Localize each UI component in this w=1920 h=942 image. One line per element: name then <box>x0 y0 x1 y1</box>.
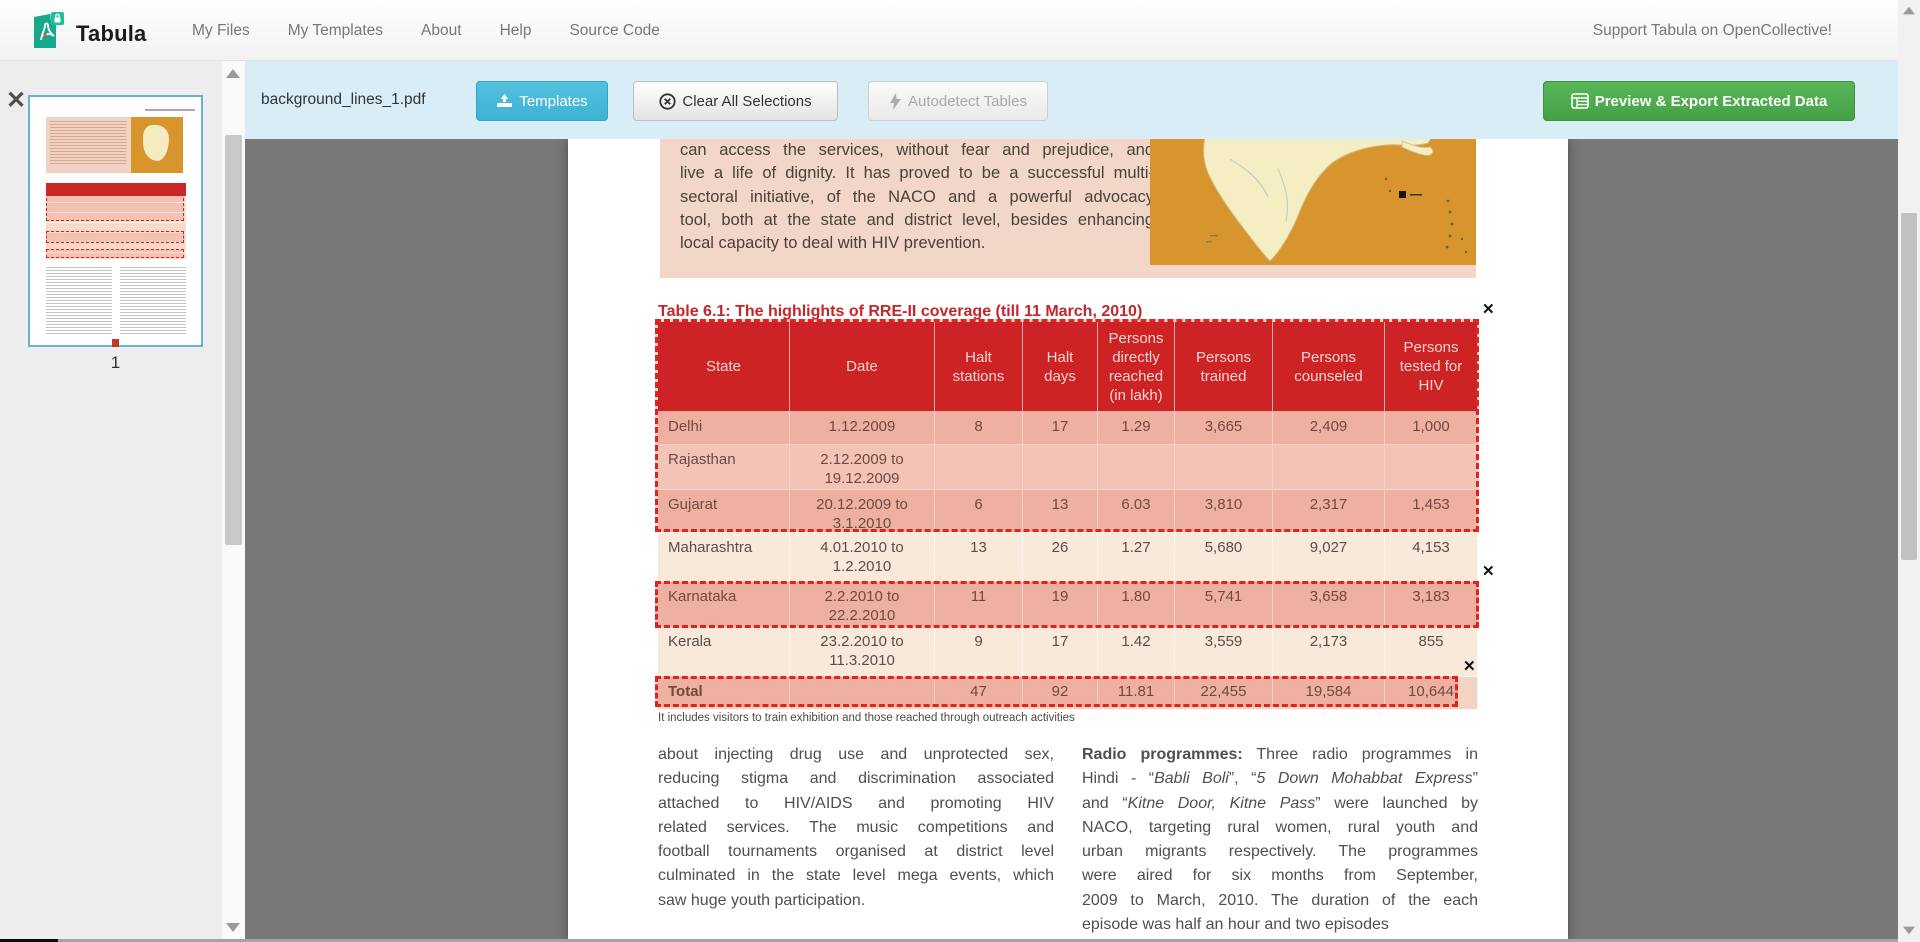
nav-item-about[interactable]: About <box>421 22 462 40</box>
brand-name: Tabula <box>76 21 146 47</box>
paragraph-line: Radio programmes: Three radio programmes… <box>1082 746 1478 770</box>
open-file-name: background_lines_1.pdf <box>261 61 426 139</box>
pdf-viewer-canvas[interactable]: can access the services, without fear an… <box>245 139 1898 942</box>
paragraph-line: Hindi - “Babli Boli”, “5 Down Mohabbat E… <box>1082 770 1478 794</box>
selection-region-1[interactable] <box>655 319 1479 532</box>
paragraph-line: 2009 to March, 2010. The duration of the… <box>1082 892 1478 916</box>
table-cell: 2,173 <box>1273 627 1385 677</box>
remove-selection-1-icon[interactable]: ✕ <box>1482 302 1495 317</box>
clear-circle-x-icon <box>659 93 676 110</box>
templates-button[interactable]: Templates <box>476 81 608 121</box>
paragraph-line: were aired for six months from September… <box>1082 867 1478 891</box>
left-text-column: about injecting drug use and unprotected… <box>658 746 1054 916</box>
scroll-down-arrow-icon[interactable] <box>226 923 240 932</box>
table-cell: 26 <box>1023 533 1098 582</box>
templates-icon <box>496 93 513 109</box>
table-cell: 9,027 <box>1273 533 1385 582</box>
india-map-image <box>1150 139 1476 265</box>
thumb-selection-1 <box>46 183 184 221</box>
intro-line: can access the services, without fear an… <box>680 141 1154 164</box>
selection-region-3[interactable] <box>655 676 1458 707</box>
paragraph-line: about injecting drug use and unprotected… <box>658 746 1054 770</box>
right-text-column: Radio programmes: Three radio programmes… <box>1082 746 1478 940</box>
table-cell: 9 <box>935 627 1023 677</box>
paragraph-line: NACO, targeting rural women, rural youth… <box>1082 819 1478 843</box>
paragraph-line: football tournaments organised at distri… <box>658 843 1054 867</box>
nav-item-my-templates[interactable]: My Templates <box>288 22 383 40</box>
scroll-up-arrow-icon[interactable] <box>1903 7 1915 15</box>
thumb-text-column-right <box>120 267 186 335</box>
nav-item-help[interactable]: Help <box>500 22 532 40</box>
brand[interactable]: Tabula <box>28 10 146 57</box>
paragraph-line: saw huge youth participation. <box>658 892 1054 916</box>
intro-paragraph: can access the services, without fear an… <box>680 141 1154 257</box>
sidebar-scrollbar[interactable] <box>222 61 245 942</box>
intro-line: live a life of dignity. It has proved to… <box>680 164 1154 187</box>
sidebar-scrollbar-thumb[interactable] <box>225 135 242 545</box>
selection-region-2[interactable] <box>655 581 1479 628</box>
top-navbar: Tabula My Files My Templates About Help … <box>0 0 1920 61</box>
page-1-thumbnail[interactable] <box>28 95 203 347</box>
table-cell: 4,153 <box>1385 533 1478 582</box>
scroll-down-arrow-icon[interactable] <box>1903 927 1915 935</box>
table-cell: 1.42 <box>1098 627 1175 677</box>
table-cell: Maharashtra <box>658 533 790 582</box>
thumb-selection-3 <box>46 249 184 258</box>
paragraph-line: related services. The music competitions… <box>658 819 1054 843</box>
thumb-header-line <box>145 109 195 111</box>
scrollbar-thumb[interactable] <box>1901 213 1917 560</box>
table-cell: 3,559 <box>1175 627 1273 677</box>
lightning-bolt-icon <box>889 93 902 110</box>
toolbar: background_lines_1.pdf Templates Clear A… <box>245 61 1898 139</box>
thumb-text-column-left <box>46 267 112 335</box>
table-cell: 4.01.2010 to 1.2.2010 <box>790 533 935 582</box>
table-cell: 23.2.2010 to 11.3.2010 <box>790 627 935 677</box>
thumb-india-map <box>131 117 183 173</box>
thumb-selection-2 <box>46 231 184 243</box>
nav-links: My Files My Templates About Help Source … <box>192 0 660 61</box>
remove-selection-2-icon[interactable]: ✕ <box>1482 564 1495 579</box>
paragraph-line: reducing stigma and discrimination assoc… <box>658 770 1054 794</box>
scroll-up-arrow-icon[interactable] <box>226 69 240 78</box>
tabula-logo-icon <box>28 10 66 57</box>
table-footnote: It includes visitors to train exhibition… <box>658 712 1075 724</box>
intro-text-block: can access the services, without fear an… <box>660 139 1476 278</box>
table-cell: 17 <box>1023 627 1098 677</box>
paragraph-line: culminated in the state level mega event… <box>658 867 1054 891</box>
preview-export-button[interactable]: Preview & Export Extracted Data <box>1543 81 1855 121</box>
intro-line: tool, both at the state and district lev… <box>680 211 1154 234</box>
intro-line: sectoral initiative, of the NACO and a p… <box>680 188 1154 211</box>
autodetect-tables-button: Autodetect Tables <box>868 81 1048 121</box>
nav-item-source-code[interactable]: Source Code <box>569 22 659 40</box>
browser-vertical-scrollbar[interactable] <box>1898 0 1920 942</box>
remove-page-icon[interactable]: ✕ <box>6 89 26 113</box>
paragraph-line: urban migrants respectively. The program… <box>1082 843 1478 867</box>
paragraph-line: episode was half an hour and two episode… <box>1082 916 1478 940</box>
pdf-page[interactable]: can access the services, without fear an… <box>568 139 1568 942</box>
table-cell: Kerala <box>658 627 790 677</box>
page-thumbnail-sidebar: ✕ 1 <box>0 61 222 942</box>
thumb-page-ornament <box>112 339 119 347</box>
remove-selection-3-icon[interactable]: ✕ <box>1463 659 1476 674</box>
intro-line: local capacity to deal with HIV preventi… <box>680 234 1154 257</box>
table-cell: 1.27 <box>1098 533 1175 582</box>
table-cell: 5,680 <box>1175 533 1273 582</box>
export-table-icon <box>1571 93 1589 109</box>
clear-all-selections-button[interactable]: Clear All Selections <box>633 81 838 121</box>
nav-item-my-files[interactable]: My Files <box>192 22 250 40</box>
thumb-intro-block <box>46 117 131 173</box>
table-row: Kerala23.2.2010 to 11.3.20109171.423,559… <box>658 627 1478 677</box>
support-opencollective-link[interactable]: Support Tabula on OpenCollective! <box>1593 0 1832 61</box>
paragraph-line: and “Kitne Door, Kitne Pass” were launch… <box>1082 795 1478 819</box>
table-row: Maharashtra4.01.2010 to 1.2.201013261.27… <box>658 533 1478 582</box>
paragraph-line: attached to HIV/AIDS and promoting HIV <box>658 795 1054 819</box>
thumb-table <box>46 183 186 259</box>
table-cell: 13 <box>935 533 1023 582</box>
thumbnail-page-number: 1 <box>28 353 203 373</box>
